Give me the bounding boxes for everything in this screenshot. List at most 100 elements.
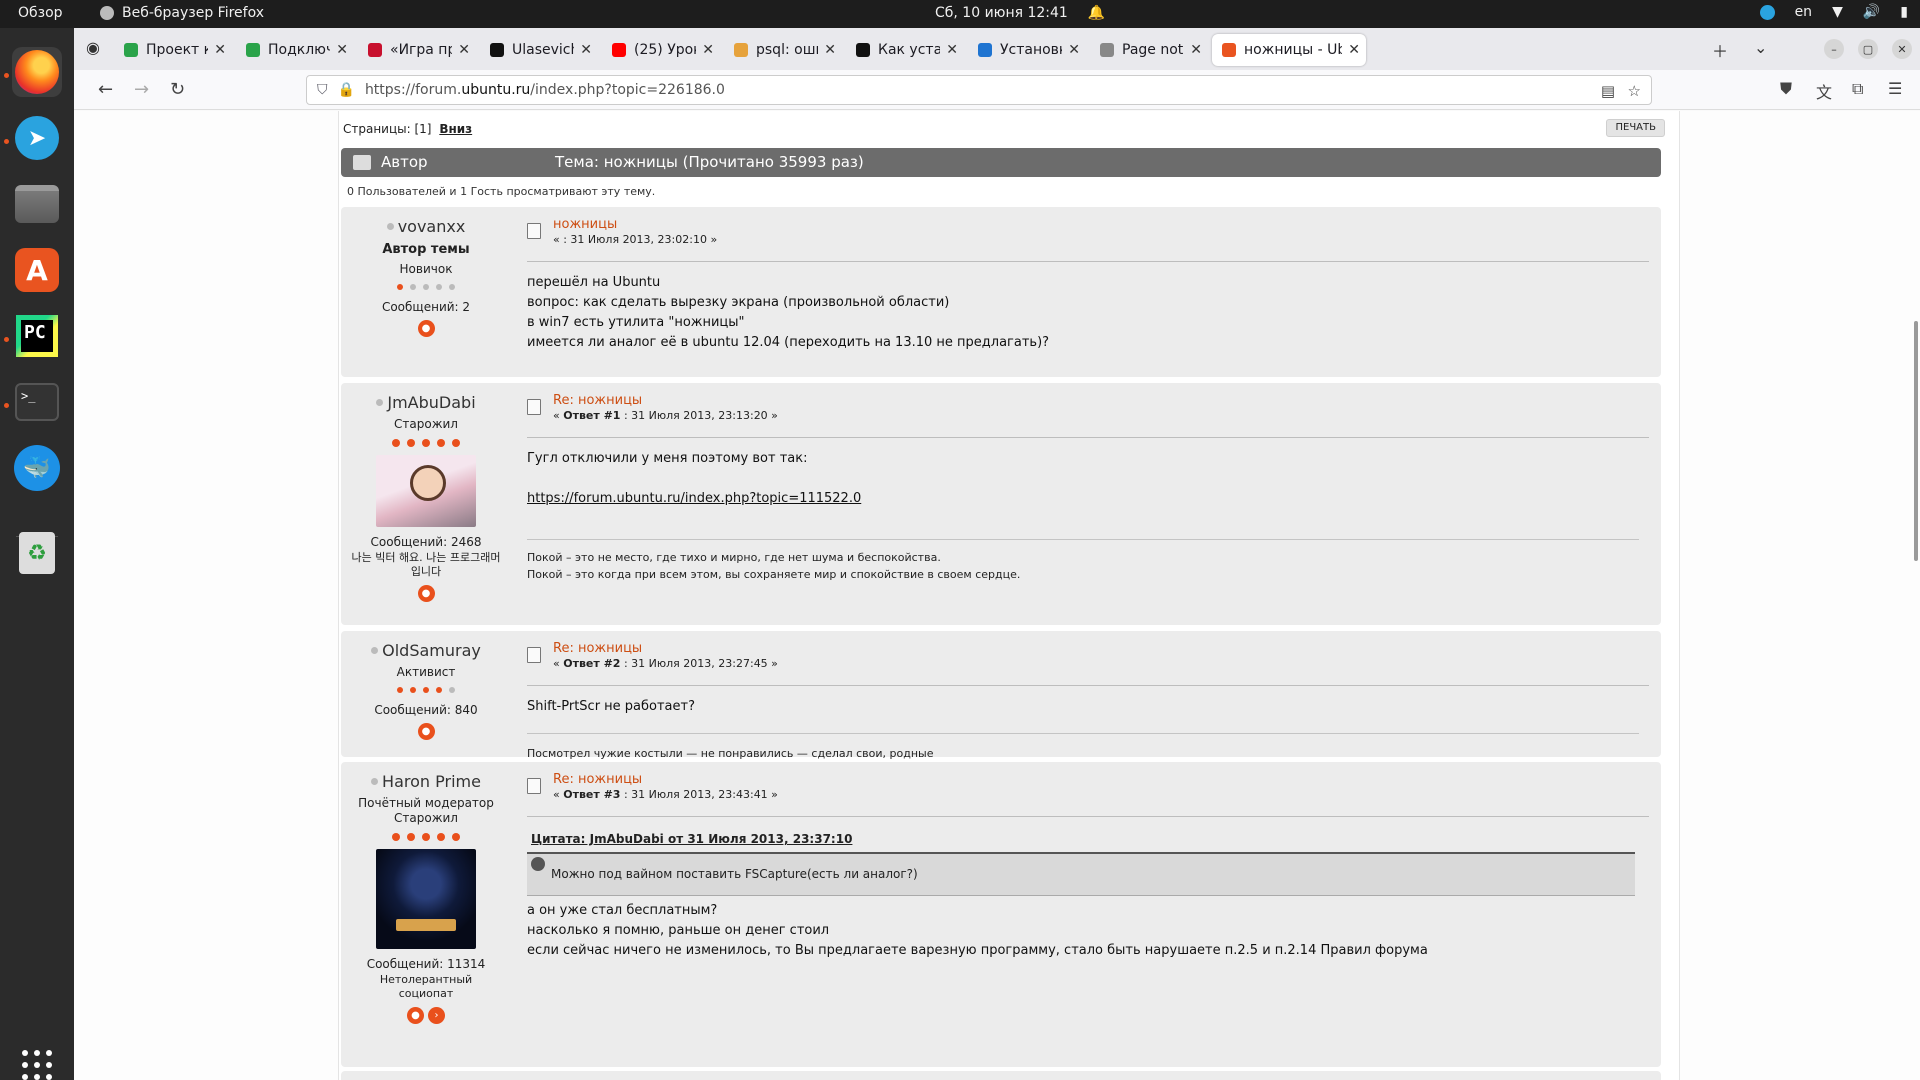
rank-star-icon xyxy=(392,439,400,447)
post-icon xyxy=(527,399,541,415)
clock[interactable]: Сб, 10 июня 12:41 🔔 xyxy=(935,5,1105,21)
wifi-icon[interactable]: ▼ xyxy=(1832,4,1843,20)
ubuntu-badge-icon: ● xyxy=(417,723,435,740)
browser-tab[interactable]: Как установить ✕ xyxy=(846,34,964,66)
bookmark-star-icon[interactable]: ☆ xyxy=(1628,82,1641,100)
browser-tab[interactable]: «Игра престолов ✕ xyxy=(358,34,476,66)
poster-name[interactable]: Haron Prime xyxy=(351,772,501,791)
close-tab-icon[interactable]: ✕ xyxy=(1348,42,1360,58)
firefox-small-icon xyxy=(100,6,114,20)
page-scrollbar[interactable] xyxy=(1914,321,1918,561)
post-count: Сообщений: 11314 xyxy=(366,957,486,971)
rank-stars xyxy=(351,439,501,447)
close-tab-icon[interactable]: ✕ xyxy=(214,42,226,58)
app-menu[interactable]: Веб-браузер Firefox xyxy=(100,5,264,21)
post-title[interactable]: ножницы xyxy=(553,217,617,232)
running-indicator xyxy=(4,139,9,144)
close-tab-icon[interactable]: ✕ xyxy=(1068,42,1080,58)
poster-name[interactable]: vovanxx xyxy=(351,217,501,236)
telegram-tray-icon[interactable] xyxy=(1759,4,1775,20)
maximize-button[interactable]: ▢ xyxy=(1858,39,1878,59)
browser-tab[interactable]: psql: ошибка: н ✕ xyxy=(724,34,842,66)
browser-tab[interactable]: Page not found at ✕ xyxy=(1090,34,1208,66)
post-title[interactable]: Re: ножницы xyxy=(553,393,642,408)
avatar[interactable] xyxy=(376,849,476,949)
post-line: насколько я помню, раньше он денег стоил xyxy=(527,923,830,938)
poster-name[interactable]: OldSamuray xyxy=(351,641,501,660)
activities-button[interactable]: Обзор xyxy=(18,5,63,21)
lock-icon[interactable]: 🔒 xyxy=(338,82,355,98)
post-link[interactable]: https://forum.ubuntu.ru/index.php?topic=… xyxy=(527,491,861,506)
reader-view-icon[interactable]: ▤ xyxy=(1601,82,1615,100)
offline-status-icon xyxy=(376,399,384,406)
docker-icon: 🐳 xyxy=(14,445,60,491)
forum-post: vovanxx Автор темы Новичок Сообщений: 2 … xyxy=(341,207,1661,377)
firefox-view-icon[interactable]: ◉ xyxy=(86,38,100,57)
close-tab-icon[interactable]: ✕ xyxy=(336,42,348,58)
battery-icon[interactable]: ▮ xyxy=(1900,4,1908,20)
close-tab-icon[interactable]: ✕ xyxy=(824,42,836,58)
post-title[interactable]: Re: ножницы xyxy=(553,641,642,656)
pocket-icon[interactable]: ⛊ xyxy=(1780,79,1792,99)
browser-tab[interactable]: ножницы - Ubu ✕ xyxy=(1212,34,1366,66)
running-indicator xyxy=(4,403,9,408)
down-link[interactable]: Вниз xyxy=(439,122,472,136)
dock-pycharm[interactable]: PC xyxy=(12,311,62,361)
browser-tab[interactable]: Установка Postg ✕ xyxy=(968,34,1086,66)
new-tab-button[interactable]: ＋ xyxy=(1712,38,1728,62)
post-count: Сообщений: 840 xyxy=(374,703,478,717)
post-date: « : 31 Июля 2013, 23:02:10 » xyxy=(553,233,718,246)
rank-star-icon xyxy=(436,687,442,693)
quote-text: Можно под вайном поставить FSCapture(ест… xyxy=(551,867,918,881)
navigation-bar: ← → ↻ ⛉ 🔒 https://forum. ubuntu.ru/index.… xyxy=(74,70,1920,110)
dock-trash[interactable]: ♻ xyxy=(12,528,62,578)
signature: Покой – это не место, где тихо и мирно, … xyxy=(527,551,1021,581)
browser-tab[interactable]: UlasevichNazar ✕ xyxy=(480,34,598,66)
list-tabs-icon[interactable]: ⌄ xyxy=(1754,38,1767,57)
quote-header-link[interactable]: Цитата: JmAbuDabi от 31 Июля 2013, 23:37… xyxy=(531,832,852,846)
print-button[interactable]: ПЕЧАТЬ xyxy=(1606,119,1665,137)
language-indicator[interactable]: en xyxy=(1795,4,1813,20)
dock-telegram[interactable]: ➤ xyxy=(12,113,62,163)
close-tab-icon[interactable]: ✕ xyxy=(702,42,714,58)
rank-star-icon xyxy=(407,439,415,447)
system-tray[interactable]: en ▼ 🔊 ▮ xyxy=(1759,4,1908,20)
close-tab-icon[interactable]: ✕ xyxy=(946,42,958,58)
app-menu-label: Веб-браузер Firefox xyxy=(122,5,265,21)
close-tab-icon[interactable]: ✕ xyxy=(458,42,470,58)
tracking-shield-icon[interactable]: ⛉ xyxy=(317,82,328,98)
browser-tab[interactable]: (25) Уроки Djan ✕ xyxy=(602,34,720,66)
avatar[interactable] xyxy=(376,455,476,527)
menu-icon[interactable]: ☰ xyxy=(1888,79,1902,98)
post-line: вопрос: как сделать вырезку экрана (прои… xyxy=(527,295,950,310)
reload-button[interactable]: ↻ xyxy=(170,79,185,100)
dock-app-center[interactable]: A xyxy=(12,245,62,295)
post-body: Гугл отключили у меня поэтому вот так: h… xyxy=(527,449,861,509)
translate-icon[interactable]: 文 xyxy=(1816,79,1832,103)
extensions-icon[interactable]: ⧉ xyxy=(1852,79,1863,99)
dock-files[interactable] xyxy=(12,179,62,229)
back-button[interactable]: ← xyxy=(98,79,113,100)
minimize-button[interactable]: – xyxy=(1824,39,1844,59)
show-apps-icon[interactable] xyxy=(22,1050,52,1080)
dock-firefox[interactable] xyxy=(12,47,62,97)
close-tab-icon[interactable]: ✕ xyxy=(1190,42,1202,58)
browser-tab[interactable]: Проект кинопо ✕ xyxy=(114,34,232,66)
signature: Посмотрел чужие костыли — не понравились… xyxy=(527,747,934,760)
close-window-button[interactable]: ✕ xyxy=(1892,39,1912,59)
dock-terminal[interactable]: >_ xyxy=(12,377,62,427)
running-indicator xyxy=(4,73,9,78)
volume-icon[interactable]: 🔊 xyxy=(1863,4,1880,20)
forward-button[interactable]: → xyxy=(134,79,149,100)
close-tab-icon[interactable]: ✕ xyxy=(580,42,592,58)
dock-docker[interactable]: 🐳 xyxy=(12,443,62,493)
post-title[interactable]: Re: ножницы xyxy=(553,772,642,787)
poster-rank: Почётный модератор xyxy=(358,796,494,810)
forum-post: OldSamuray Активист Сообщений: 840 ● Re:… xyxy=(341,631,1661,760)
poster-name[interactable]: JmAbuDabi xyxy=(351,393,501,412)
rank-star-icon xyxy=(423,687,429,693)
url-bar[interactable]: ⛉ 🔒 https://forum. ubuntu.ru/index.php?to… xyxy=(306,75,1652,105)
offline-status-icon xyxy=(371,647,379,654)
browser-tab[interactable]: Подключение к ✕ xyxy=(236,34,354,66)
poster-info: OldSamuray Активист Сообщений: 840 ● xyxy=(351,641,501,740)
